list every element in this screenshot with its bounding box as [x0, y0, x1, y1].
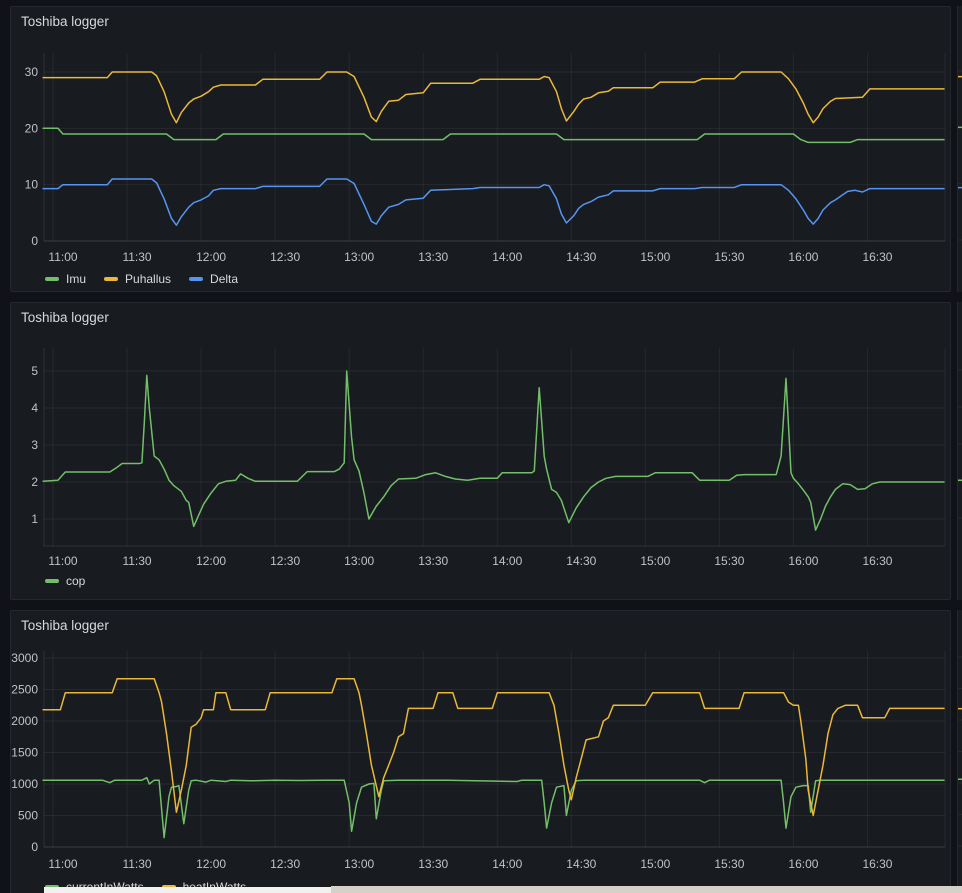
grid-lines	[44, 651, 945, 847]
legend-label: Puhallus	[125, 272, 171, 286]
legend-item-imu[interactable]: Imu	[45, 272, 86, 286]
svg-text:0: 0	[31, 234, 38, 248]
svg-text:15:00: 15:00	[640, 857, 670, 871]
series-line-currentinwatts	[43, 778, 944, 838]
svg-text:5: 5	[31, 364, 38, 378]
svg-text:11:30: 11:30	[122, 554, 151, 568]
svg-text:15:00: 15:00	[640, 554, 670, 568]
series-line-imu	[43, 128, 944, 142]
legend-item-delta[interactable]: Delta	[189, 272, 238, 286]
svg-text:1: 1	[31, 512, 38, 526]
svg-text:14:00: 14:00	[492, 250, 522, 264]
series-lines	[43, 371, 944, 530]
svg-text:0: 0	[31, 840, 38, 854]
y-axis-labels: 0 10 20 30	[25, 65, 39, 248]
svg-text:13:30: 13:30	[418, 554, 448, 568]
svg-text:13:00: 13:00	[344, 554, 374, 568]
legend-label: Delta	[210, 272, 238, 286]
svg-text:16:30: 16:30	[862, 554, 892, 568]
legend-color-swatch	[45, 277, 59, 281]
legend-color-swatch	[104, 277, 118, 281]
svg-text:13:30: 13:30	[418, 250, 448, 264]
svg-text:14:00: 14:00	[492, 857, 522, 871]
svg-text:3000: 3000	[11, 651, 38, 665]
svg-text:3: 3	[31, 438, 38, 452]
svg-text:16:00: 16:00	[788, 857, 818, 871]
grafana-dashboard: Toshiba logger 010203011:0011:3012:0012:…	[0, 0, 962, 893]
time-series-plot[interactable]: 1 2 3 4 5 11:00 11:30 12:00 12:30 13:00 13:30 14:00…	[11, 303, 950, 599]
time-series-plot[interactable]: 05001000150020002500300011:0011:3012:001…	[11, 611, 950, 893]
svg-text:11:00: 11:00	[48, 857, 77, 871]
legend-item-puhallus[interactable]: Puhallus	[104, 272, 171, 286]
panel-sliver-right-1	[957, 6, 962, 292]
series-line-puhallus	[43, 72, 944, 123]
svg-text:16:00: 16:00	[788, 554, 818, 568]
panel-toshiba-logger-3: Toshiba logger 0500100015002000250030001…	[10, 610, 951, 893]
svg-text:4: 4	[31, 401, 38, 415]
legend-item-cop[interactable]: cop	[45, 574, 85, 588]
svg-text:11:30: 11:30	[122, 857, 151, 871]
svg-text:12:00: 12:00	[196, 857, 226, 871]
svg-text:1000: 1000	[11, 777, 38, 791]
svg-text:1500: 1500	[11, 746, 38, 760]
legend-color-swatch	[189, 277, 203, 281]
x-axis-labels: 11:00 11:30 12:00 12:30 13:00 13:30 14:00 14:30…	[48, 250, 892, 264]
svg-text:15:30: 15:30	[714, 857, 744, 871]
legend: cop	[45, 572, 940, 590]
svg-text:14:30: 14:30	[566, 250, 596, 264]
svg-text:16:00: 16:00	[788, 250, 818, 264]
svg-text:500: 500	[18, 809, 38, 823]
x-axis-labels: 11:00 11:30 12:00 12:30 13:00 13:30 14:00 14:30…	[48, 554, 892, 568]
series-line-cop	[43, 371, 944, 530]
svg-text:2500: 2500	[11, 683, 38, 697]
svg-text:12:30: 12:30	[270, 250, 300, 264]
x-axis-labels: 11:00 11:30 12:00 12:30 13:00 13:30 14:00 14:30…	[48, 857, 892, 871]
svg-text:10: 10	[25, 178, 39, 192]
svg-text:15:30: 15:30	[714, 250, 744, 264]
time-series-plot[interactable]: 0 10 20 30 11:00 11:30 12:00 12:30 13:00 13:30 14:…	[11, 7, 950, 291]
svg-text:20: 20	[25, 121, 39, 135]
series-line-delta	[43, 179, 944, 225]
panel-toshiba-logger-1: Toshiba logger 010203011:0011:3012:0012:…	[10, 6, 951, 292]
grid-lines	[44, 53, 945, 241]
svg-text:15:30: 15:30	[714, 554, 744, 568]
panel-toshiba-logger-2: Toshiba logger 1234511:0011:3012:0012:30…	[10, 302, 951, 600]
svg-text:14:30: 14:30	[566, 554, 596, 568]
svg-text:11:00: 11:00	[48, 250, 77, 264]
svg-text:11:00: 11:00	[48, 554, 77, 568]
svg-text:13:30: 13:30	[418, 857, 448, 871]
y-axis-labels: 0 500 1000 1500 2000 2500 3000	[11, 651, 38, 854]
series-lines	[43, 72, 944, 225]
panel-sliver-right-3	[957, 610, 962, 893]
svg-text:16:30: 16:30	[862, 250, 892, 264]
svg-text:2: 2	[31, 475, 38, 489]
svg-text:14:30: 14:30	[566, 857, 596, 871]
svg-text:15:00: 15:00	[640, 250, 670, 264]
svg-text:12:30: 12:30	[270, 554, 300, 568]
window-edge-white	[44, 887, 331, 893]
legend-label: Imu	[66, 272, 86, 286]
svg-text:11:30: 11:30	[122, 250, 151, 264]
legend: Imu Puhallus Delta	[45, 270, 940, 288]
svg-text:13:00: 13:00	[344, 250, 374, 264]
grid-lines	[44, 348, 945, 546]
series-line-heatinwatts	[43, 679, 944, 816]
svg-text:13:00: 13:00	[344, 857, 374, 871]
svg-text:12:00: 12:00	[196, 250, 226, 264]
svg-text:14:00: 14:00	[492, 554, 522, 568]
svg-text:16:30: 16:30	[862, 857, 892, 871]
svg-text:2000: 2000	[11, 714, 38, 728]
series-lines	[43, 679, 944, 838]
y-axis-labels: 1 2 3 4 5	[31, 364, 38, 526]
legend-label: cop	[66, 574, 85, 588]
panel-sliver-right-2	[957, 302, 962, 600]
window-edge-beige	[331, 886, 962, 893]
svg-text:12:30: 12:30	[270, 857, 300, 871]
svg-text:30: 30	[25, 65, 39, 79]
legend-color-swatch	[45, 579, 59, 583]
svg-text:12:00: 12:00	[196, 554, 226, 568]
